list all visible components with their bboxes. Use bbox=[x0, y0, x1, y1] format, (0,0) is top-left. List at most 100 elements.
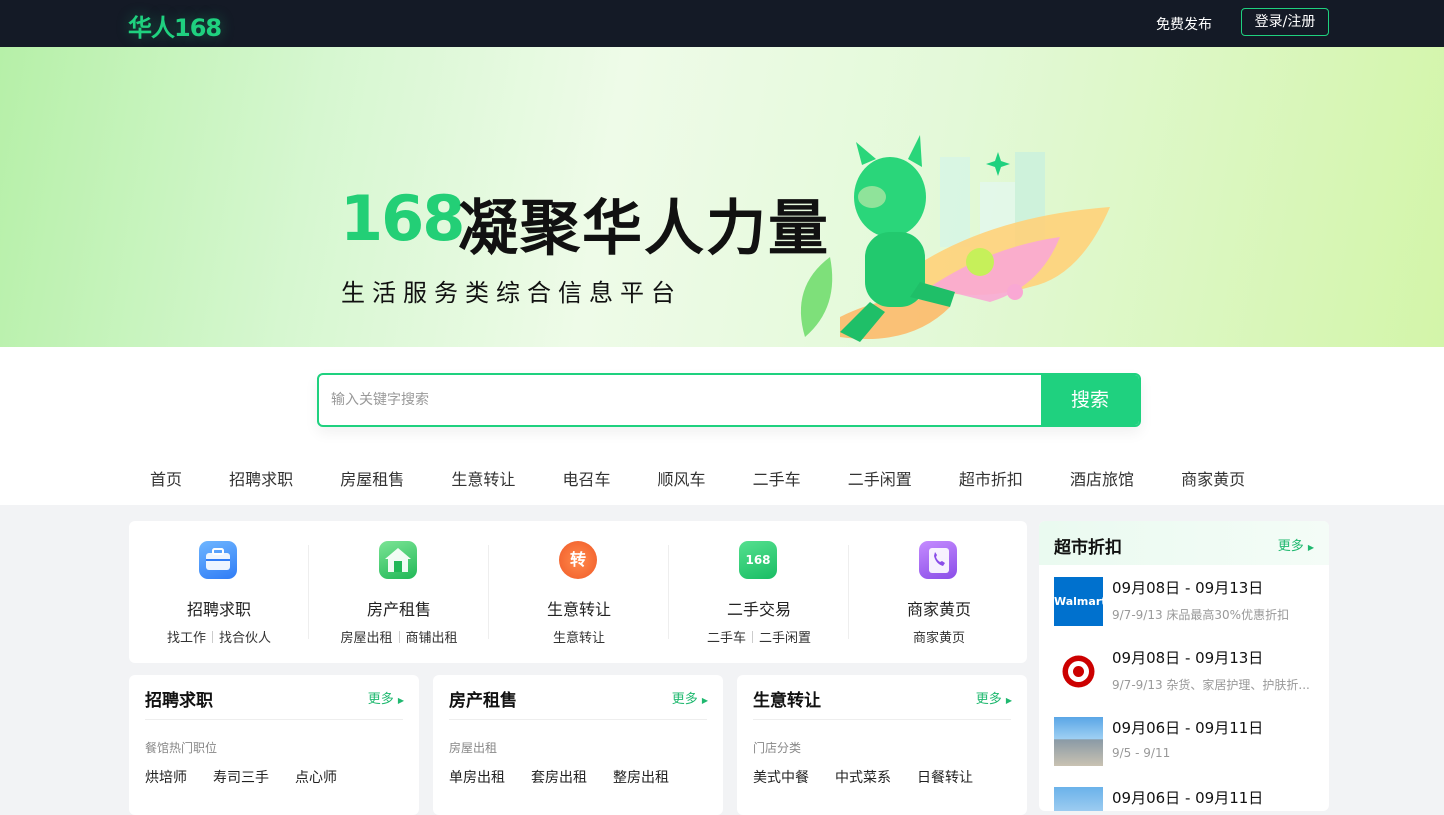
more-link[interactable]: 更多 ▶ bbox=[368, 688, 404, 707]
nav-item-jobs[interactable]: 招聘求职 bbox=[229, 466, 293, 490]
category-name: 商家黄页 bbox=[906, 600, 971, 619]
nav-item-yellow-pages[interactable]: 商家黄页 bbox=[1181, 466, 1245, 490]
deal-desc: 9/7-9/13 床品最高30%优惠折扣 bbox=[1112, 608, 1290, 622]
sub-link[interactable]: 找工作 bbox=[167, 631, 206, 646]
sidebar-title: 超市折扣 bbox=[1054, 538, 1122, 558]
category-yellow-pages[interactable]: 商家黄页 商家黄页 bbox=[849, 521, 1029, 663]
nav-item-used-cars[interactable]: 二手车 bbox=[753, 466, 801, 490]
category-jobs[interactable]: 招聘求职 找工作 找合伙人 bbox=[129, 521, 309, 663]
deal-item[interactable]: Walmart 09月08日 - 09月13日 9/7-9/13 床品最高30%… bbox=[1054, 577, 1324, 629]
sub-link[interactable]: 房屋出租 bbox=[340, 631, 392, 646]
deal-item[interactable]: 09月08日 - 09月13日 9/7-9/13 杂货、家居护理、护肤折... bbox=[1054, 647, 1324, 699]
sub-link[interactable]: 二手闲置 bbox=[759, 631, 811, 646]
nav-item-hotels[interactable]: 酒店旅馆 bbox=[1070, 466, 1134, 490]
nav-item-second-hand[interactable]: 二手闲置 bbox=[848, 466, 912, 490]
store-photo bbox=[1054, 717, 1103, 766]
nav-item-home[interactable]: 首页 bbox=[150, 466, 182, 490]
search-input[interactable] bbox=[319, 375, 1043, 425]
sub-link[interactable]: 二手车 bbox=[707, 631, 746, 646]
panel-links: 烘培师 寿司三手 点心师 bbox=[145, 767, 363, 787]
panel-link[interactable]: 美式中餐 bbox=[753, 767, 809, 787]
triangle-right-icon: ▶ bbox=[1005, 696, 1012, 705]
banner-title: 凝聚华人力量 bbox=[458, 194, 830, 264]
house-icon bbox=[379, 541, 417, 579]
deal-item[interactable]: 09月06日 - 09月11日 bbox=[1054, 787, 1324, 811]
divider bbox=[753, 719, 1011, 720]
triangle-right-icon: ▶ bbox=[701, 696, 708, 705]
panel-link[interactable]: 烘培师 bbox=[145, 767, 187, 787]
panel-links: 美式中餐 中式菜系 日餐转让 bbox=[753, 767, 999, 787]
mascot-illustration bbox=[800, 135, 1110, 342]
phonebook-icon bbox=[919, 541, 957, 579]
nav-item-business-transfer[interactable]: 生意转让 bbox=[451, 466, 515, 490]
category-subs: 房屋出租 商铺出租 bbox=[309, 627, 489, 646]
panel-link[interactable]: 寿司三手 bbox=[213, 767, 269, 787]
category-housing[interactable]: 房产租售 房屋出租 商铺出租 bbox=[309, 521, 489, 663]
deal-desc: 9/5 - 9/11 bbox=[1112, 746, 1171, 760]
nav-item-supermarket-deals[interactable]: 超市折扣 bbox=[959, 466, 1023, 490]
deal-date: 09月08日 - 09月13日 bbox=[1112, 579, 1264, 597]
briefcase-icon bbox=[199, 541, 237, 579]
category-name: 招聘求职 bbox=[186, 600, 251, 619]
store-photo bbox=[1054, 787, 1103, 811]
panel-link[interactable]: 套房出租 bbox=[531, 767, 587, 787]
hero-banner[interactable]: 168 凝聚华人力量 生活服务类综合信息平台 bbox=[0, 47, 1444, 347]
panel-link[interactable]: 点心师 bbox=[295, 767, 337, 787]
main-nav: 首页 招聘求职 房屋租售 生意转让 电召车 顺风车 二手车 二手闲置 超市折扣 … bbox=[150, 466, 1245, 490]
divider bbox=[449, 719, 707, 720]
panel-link[interactable]: 中式菜系 bbox=[835, 767, 891, 787]
divider bbox=[145, 719, 403, 720]
panel-title: 生意转让 bbox=[753, 691, 821, 711]
panel-link[interactable]: 日餐转让 bbox=[917, 767, 973, 787]
walmart-logo: Walmart bbox=[1054, 577, 1107, 626]
more-link[interactable]: 更多 ▶ bbox=[672, 688, 708, 707]
target-logo bbox=[1054, 647, 1103, 696]
free-publish-link[interactable]: 免费发布 bbox=[1156, 14, 1212, 34]
more-link[interactable]: 更多 ▶ bbox=[1278, 535, 1314, 554]
category-name: 房产租售 bbox=[366, 600, 431, 619]
login-register-button[interactable]: 登录/注册 bbox=[1241, 8, 1329, 36]
search-section: 搜索 首页 招聘求职 房屋租售 生意转让 电召车 顺风车 二手车 二手闲置 超市… bbox=[0, 347, 1444, 505]
panel-caption: 房屋出租 bbox=[449, 741, 498, 755]
search-bar: 搜索 bbox=[317, 373, 1141, 427]
transfer-icon-label: 转 bbox=[569, 550, 586, 569]
category-subs: 商家黄页 bbox=[849, 627, 1029, 646]
deal-item[interactable]: 09月06日 - 09月11日 9/5 - 9/11 bbox=[1054, 717, 1324, 769]
category-business-transfer[interactable]: 转 生意转让 生意转让 bbox=[489, 521, 669, 663]
banner-number: 168 bbox=[340, 182, 465, 255]
triangle-right-icon: ▶ bbox=[397, 696, 404, 705]
divider bbox=[398, 631, 400, 643]
banner-subtitle: 生活服务类综合信息平台 bbox=[341, 279, 682, 307]
search-button[interactable]: 搜索 bbox=[1041, 375, 1139, 425]
sub-link[interactable]: 商铺出租 bbox=[406, 631, 458, 646]
category-second-hand[interactable]: 168 二手交易 二手车 二手闲置 bbox=[669, 521, 849, 663]
panel-link[interactable]: 单房出租 bbox=[449, 767, 505, 787]
category-subs: 找工作 找合伙人 bbox=[129, 627, 309, 646]
site-logo[interactable]: 华人168 bbox=[128, 8, 222, 43]
nav-item-taxi[interactable]: 电召车 bbox=[562, 466, 610, 490]
category-card: 招聘求职 找工作 找合伙人 房产租售 房屋出租 商铺出租 转 生意转让 生意转让 1… bbox=[129, 521, 1027, 663]
more-link[interactable]: 更多 ▶ bbox=[976, 688, 1012, 707]
panel-jobs: 招聘求职 更多 ▶ 餐馆热门职位 烘培师 寿司三手 点心师 bbox=[129, 675, 419, 815]
deal-desc: 9/7-9/13 杂货、家居护理、护肤折... bbox=[1112, 678, 1310, 692]
panel-caption: 门店分类 bbox=[753, 741, 802, 755]
sub-link[interactable]: 生意转让 bbox=[553, 631, 605, 646]
supermarket-deals-sidebar: 超市折扣 更多 ▶ Walmart 09月08日 - 09月13日 9/7-9/… bbox=[1039, 521, 1329, 811]
sub-link[interactable]: 商家黄页 bbox=[913, 631, 965, 646]
panel-links: 单房出租 套房出租 整房出租 bbox=[449, 767, 695, 787]
panel-link[interactable]: 整房出租 bbox=[613, 767, 669, 787]
secondhand-icon-label: 168 bbox=[745, 553, 771, 567]
panel-housing: 房产租售 更多 ▶ 房屋出租 单房出租 套房出租 整房出租 bbox=[433, 675, 723, 815]
category-name: 二手交易 bbox=[726, 600, 791, 619]
panel-caption: 餐馆热门职位 bbox=[145, 741, 218, 755]
deal-date: 09月08日 - 09月13日 bbox=[1112, 649, 1264, 667]
nav-item-rideshare[interactable]: 顺风车 bbox=[658, 466, 706, 490]
divider bbox=[212, 631, 213, 643]
secondhand-icon: 168 bbox=[739, 541, 777, 579]
sub-link[interactable]: 找合伙人 bbox=[219, 631, 271, 646]
transfer-icon: 转 bbox=[559, 541, 597, 579]
divider bbox=[752, 631, 753, 643]
panel-title: 房产租售 bbox=[449, 691, 517, 711]
nav-item-housing[interactable]: 房屋租售 bbox=[340, 466, 404, 490]
deal-date: 09月06日 - 09月11日 bbox=[1112, 719, 1264, 737]
